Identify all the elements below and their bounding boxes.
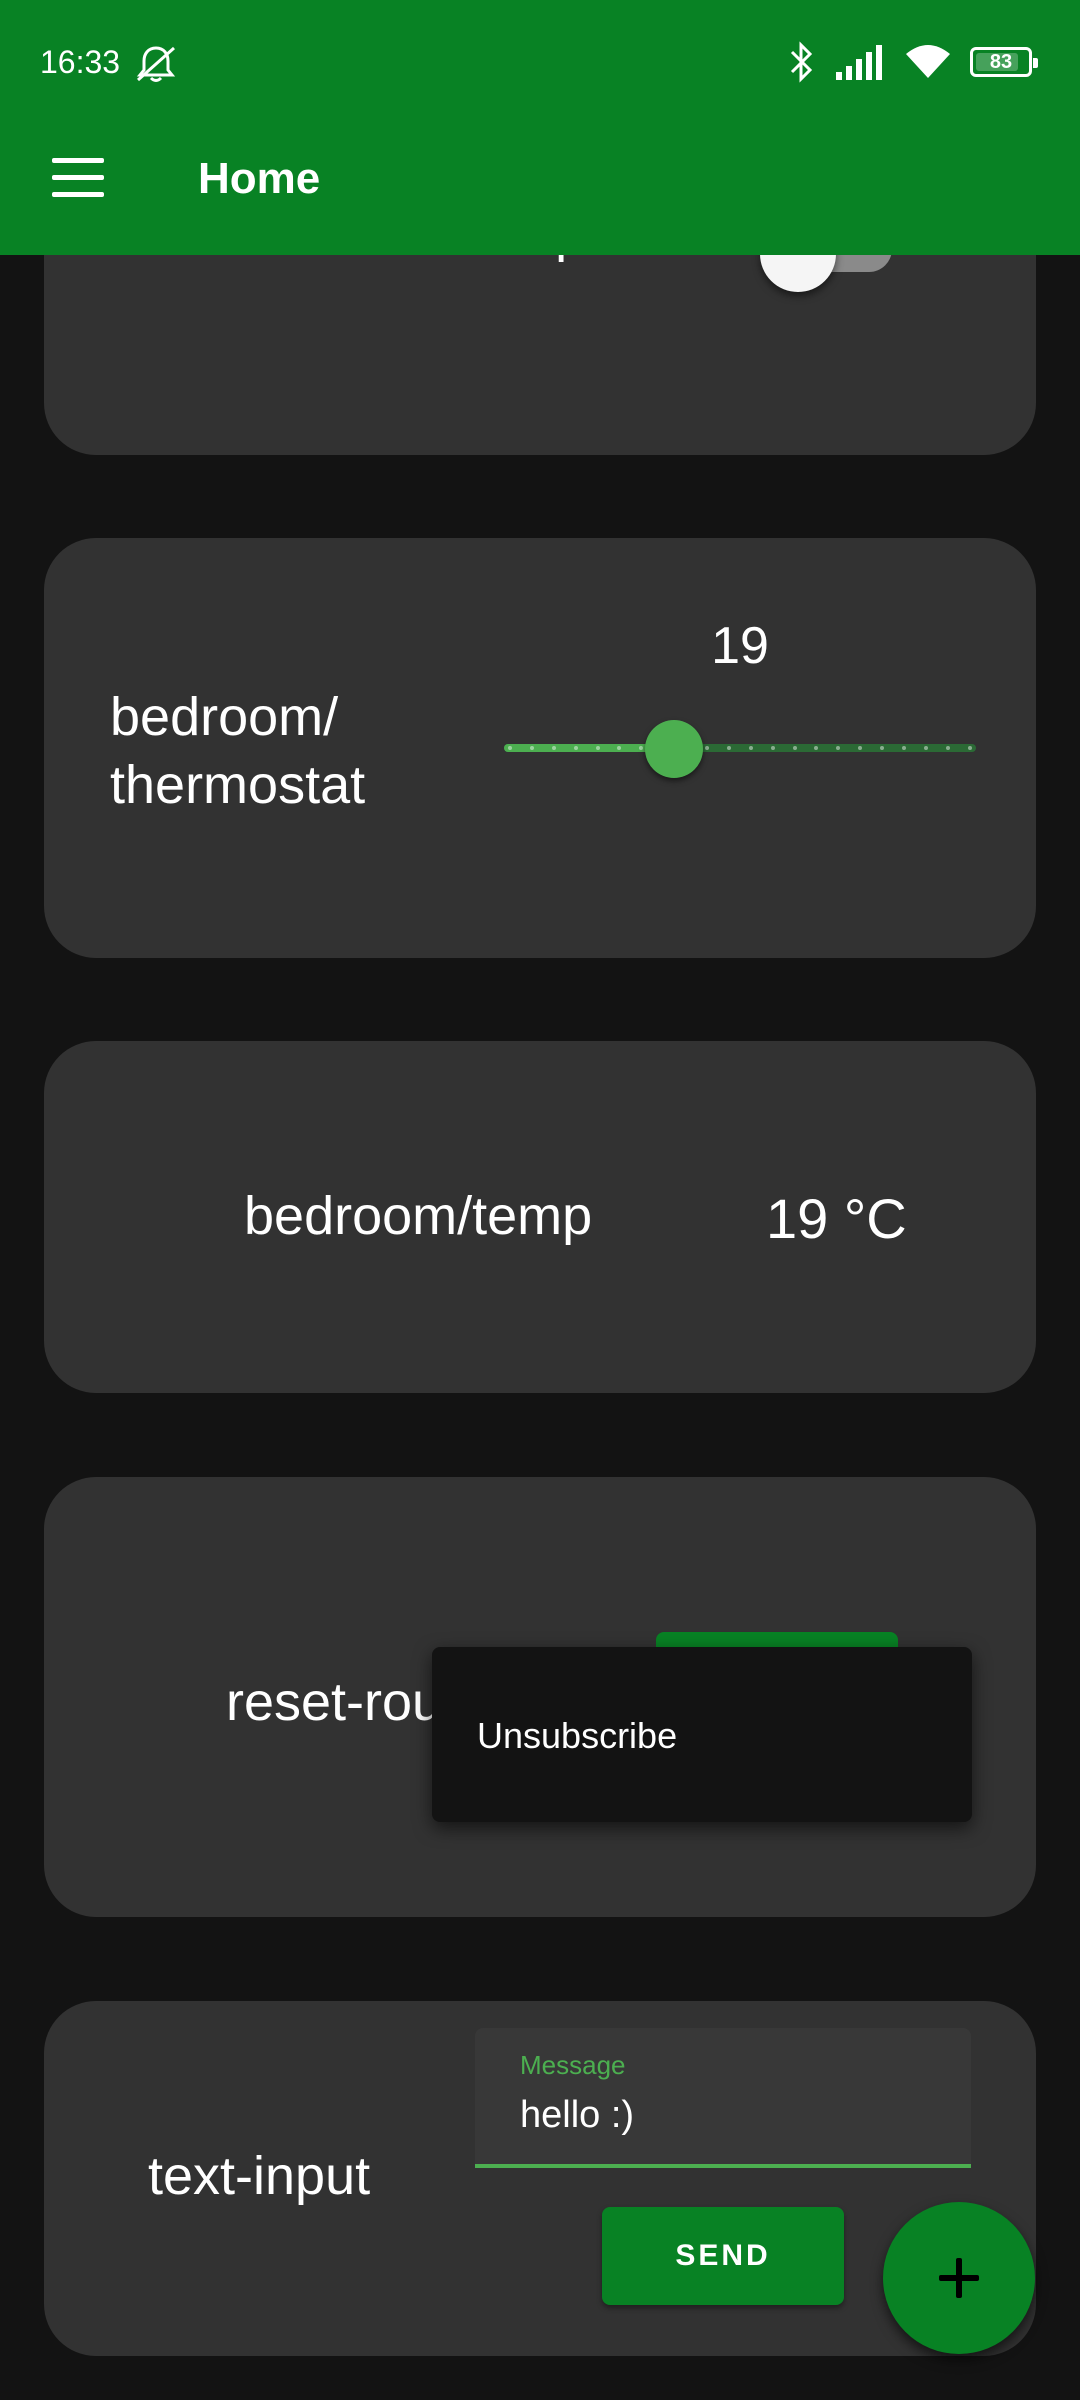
slider-tick <box>858 746 863 750</box>
signal-icon <box>836 45 882 80</box>
send-button[interactable]: SEND <box>602 2207 844 2305</box>
screen: bedroom/lamp bedroom/ thermostat 19 bedr… <box>0 0 1080 2400</box>
wifi-icon <box>906 45 950 78</box>
page-title: Home <box>198 154 321 203</box>
temp-value: 19 °C <box>766 1187 907 1250</box>
bluetooth-icon <box>790 41 813 83</box>
message-input[interactable] <box>520 2094 940 2137</box>
thermostat-label-line1: bedroom/ <box>110 687 339 747</box>
slider-tick <box>792 746 797 750</box>
slider-thumb[interactable] <box>644 720 703 778</box>
slider-tick <box>967 746 972 750</box>
slider-value: 19 <box>711 617 769 675</box>
slider-tick <box>748 746 753 750</box>
slider-tick <box>617 746 622 750</box>
menu-item-unsubscribe[interactable]: Unsubscribe <box>477 1715 677 1757</box>
slider-tick <box>551 746 556 750</box>
status-time: 16:33 <box>40 44 121 80</box>
slider-tick <box>770 746 775 750</box>
plus-icon <box>939 2258 979 2298</box>
topic-label-text-input: text-input <box>148 2146 371 2206</box>
thermostat-label-line2: thermostat <box>110 754 366 815</box>
bell-off-icon <box>136 46 176 82</box>
popup-menu: Unsubscribe <box>432 1647 972 1822</box>
battery-level-text: 83 <box>989 50 1013 73</box>
battery-icon: 83 <box>970 47 1038 77</box>
slider-tick <box>573 746 578 750</box>
slider-tick <box>639 746 644 750</box>
topic-label-thermostat: bedroom/ thermostat <box>110 684 365 819</box>
slider-tick <box>814 746 819 750</box>
message-field[interactable]: Message <box>475 2028 971 2168</box>
add-fab-button[interactable] <box>883 2202 1035 2354</box>
slider-tick <box>705 746 710 750</box>
slider-tick <box>923 746 928 750</box>
app-bar: 16:33 83 Home <box>0 0 1080 255</box>
slider-tick <box>945 746 950 750</box>
slider-tick <box>508 746 512 750</box>
slider-ticks <box>508 746 972 750</box>
slider-tick <box>529 746 534 750</box>
slider-tick <box>726 746 731 750</box>
slider-tick <box>902 746 907 750</box>
slider-tick <box>595 746 600 750</box>
status-icons: 83 <box>786 40 1038 84</box>
slider-tick <box>880 746 885 750</box>
topic-label-temp: bedroom/temp <box>244 1186 593 1246</box>
slider-tick <box>836 746 841 750</box>
message-field-label: Message <box>520 2050 626 2080</box>
menu-icon[interactable] <box>52 158 104 198</box>
thermostat-slider[interactable] <box>504 720 976 778</box>
